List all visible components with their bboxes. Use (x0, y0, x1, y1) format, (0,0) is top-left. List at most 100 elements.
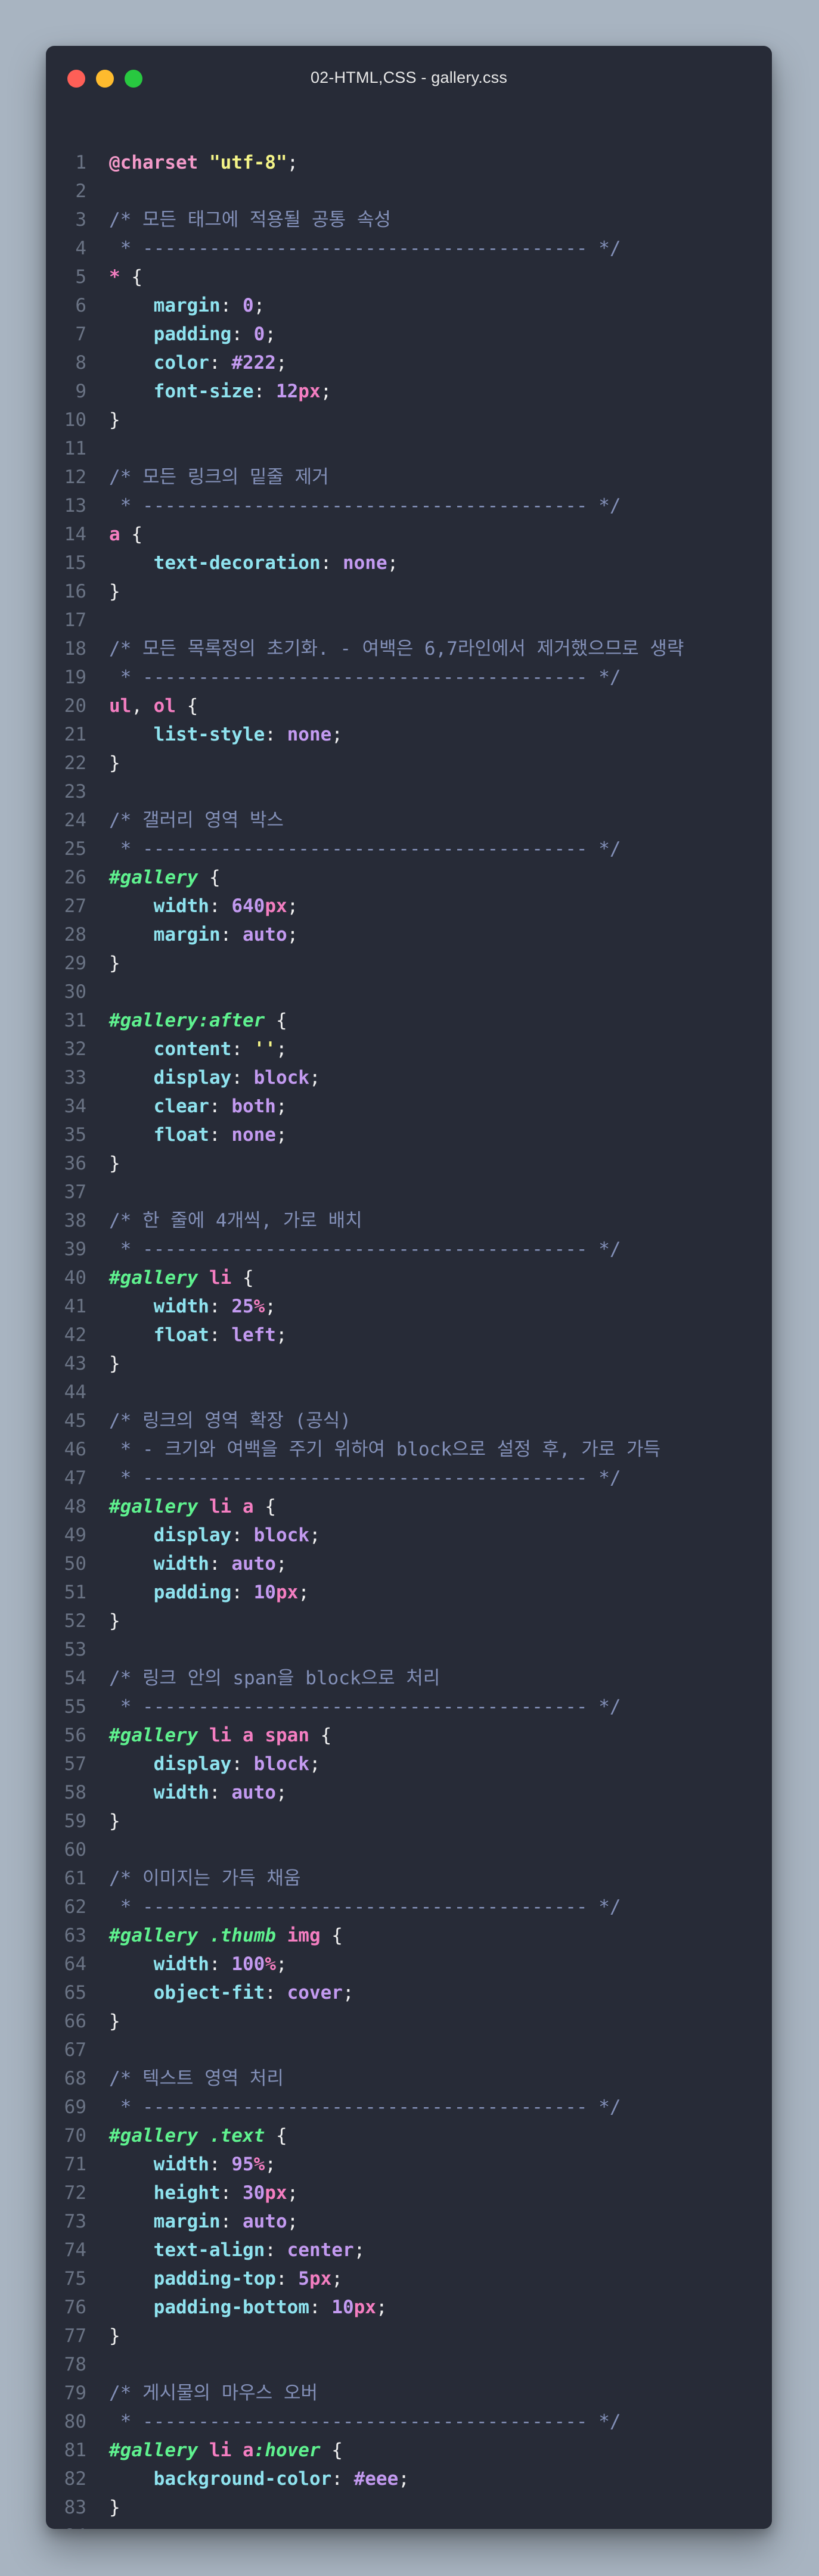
code-token: block (253, 1525, 309, 1546)
code-token: px (309, 2268, 332, 2289)
code-token: padding (153, 323, 232, 345)
code-line: 23 (46, 777, 772, 806)
code-line: 20 ul, ol { (46, 692, 772, 720)
line-number: 55 (64, 1696, 86, 1718)
line-number: 42 (64, 1324, 86, 1346)
line-number: 20 (64, 695, 86, 717)
code-line: 73 margin: auto; (46, 2207, 772, 2236)
line-source: width: 640px; (109, 892, 299, 920)
code-line: 76 padding-bottom: 10px; (46, 2293, 772, 2322)
code-line: 53 (46, 1635, 772, 1664)
code-token: px (353, 2297, 376, 2318)
line-source: #gallery li a { (109, 1492, 276, 1521)
code-token: padding-bottom (153, 2297, 309, 2318)
code-token: ; (265, 1296, 276, 1317)
line-number: 27 (64, 895, 86, 917)
line-number: 26 (64, 867, 86, 888)
code-token: px (265, 895, 287, 917)
code-token: ; (275, 1124, 287, 1146)
code-token: width (153, 1296, 209, 1317)
line-source: ul, ol { (109, 692, 198, 720)
code-token: px (265, 2182, 287, 2204)
code-token: px (298, 381, 321, 402)
code-token: /* 이미지는 가득 채움 (109, 1868, 301, 1889)
code-token: * - 크기와 여백을 주기 위하여 block으로 설정 후, 가로 가득 (109, 1439, 661, 1460)
line-source: * { (109, 263, 142, 291)
line-number: 65 (64, 1982, 86, 2003)
code-token: 30 (242, 2182, 265, 2204)
code-token: #gallery (109, 1496, 198, 1517)
code-line: 75 padding-top: 5px; (46, 2264, 772, 2293)
code-token: : (220, 295, 243, 316)
line-number: 47 (64, 1467, 86, 1489)
code-token: ; (353, 2239, 365, 2261)
code-token: : (231, 323, 254, 345)
line-source: } (109, 1807, 120, 1835)
line-source: } (109, 1149, 120, 1178)
code-line: 12 /* 모든 링크의 밑줄 제거 (46, 463, 772, 491)
line-number: 74 (64, 2239, 86, 2261)
line-number: 60 (64, 1839, 86, 1861)
line-number: 79 (64, 2382, 86, 2404)
code-token: { (309, 1725, 332, 1746)
code-token: margin (153, 295, 221, 316)
code-token: % (253, 2154, 265, 2175)
code-line: 7 padding: 0; (46, 320, 772, 349)
code-line: 55 * -----------------------------------… (46, 1693, 772, 1721)
code-line: 29} (46, 949, 772, 978)
code-token: : (265, 724, 287, 745)
code-token: #gallery (109, 867, 198, 888)
code-token: : (209, 352, 232, 374)
code-line: 48 #gallery li a { (46, 1492, 772, 1521)
code-line: 36} (46, 1149, 772, 1178)
window-title: 02-HTML,CSS - gallery.css (310, 69, 508, 86)
line-source: padding-top: 5px; (109, 2264, 343, 2293)
line-source: color: #222; (109, 349, 287, 377)
line-number: 5 (75, 266, 86, 288)
code-token: #222 (231, 352, 276, 374)
code-line: 32 content: ''; (46, 1035, 772, 1063)
code-token: ; (265, 2154, 276, 2175)
line-source: } (109, 2493, 120, 2522)
line-number: 28 (64, 924, 86, 945)
code-token: width (153, 1782, 209, 1803)
code-token: : (231, 1753, 254, 1775)
line-source: #gallery { (109, 863, 221, 892)
code-token: * --------------------------------------… (109, 667, 621, 688)
code-token: 640 (231, 895, 265, 917)
line-number: 16 (64, 581, 86, 602)
code-token: .thumb (209, 1925, 276, 1946)
code-editor[interactable]: 1 @charset "utf-8"; 2 3/* 모든 태그에 적용될 공통 속성 4… (46, 148, 772, 2529)
line-number: 50 (64, 1553, 86, 1575)
code-token: ; (376, 2297, 387, 2318)
line-source: #gallery li a:hover { (109, 2436, 343, 2465)
code-token: ; (309, 1067, 321, 1088)
code-token: /* 게시물의 마우스 오버 (109, 2382, 318, 2404)
code-token: px (275, 1582, 299, 1603)
line-number: 72 (64, 2182, 86, 2204)
line-source: display: block; (109, 1750, 321, 1778)
code-token: content (153, 1038, 232, 1060)
line-source: /* 모든 목록정의 초기화. - 여백은 6,7라인에서 제거했으므로 생략 (109, 634, 684, 663)
code-line: 25 * -----------------------------------… (46, 835, 772, 863)
line-source: /* 게시물의 마우스 오버 (109, 2379, 318, 2407)
code-token: * --------------------------------------… (109, 2096, 621, 2118)
code-line: 35 float: none; (46, 1121, 772, 1149)
code-line: 18 /* 모든 목록정의 초기화. - 여백은 6,7라인에서 제거했으므로 생… (46, 634, 772, 663)
line-number: 6 (75, 295, 86, 316)
code-token: ; (287, 2182, 299, 2204)
line-source: #gallery li { (109, 1264, 254, 1292)
code-line: 63 #gallery .thumb img { (46, 1921, 772, 1950)
line-number: 19 (64, 667, 86, 688)
code-token: ul (109, 695, 132, 717)
